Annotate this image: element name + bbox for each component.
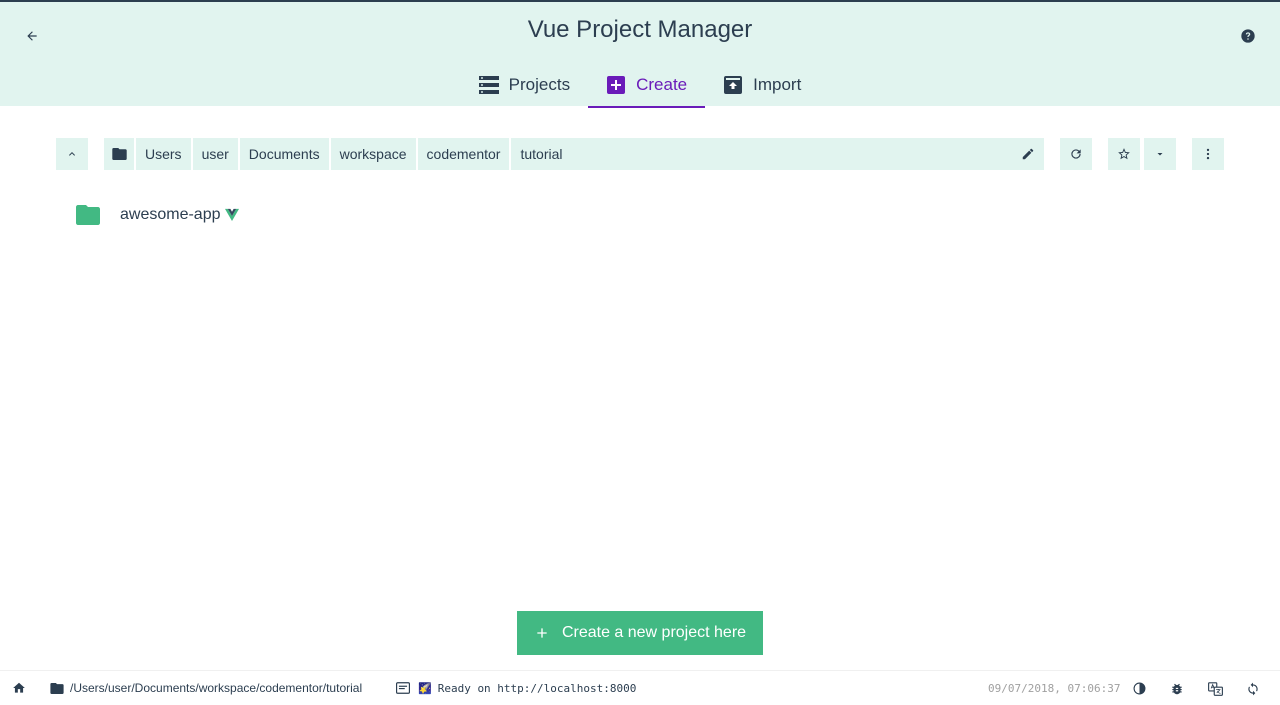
folder-list-item[interactable]: awesome-app [76,200,239,230]
log-timestamp: 09/07/2018, 07:06:37 [988,681,1121,695]
breadcrumb-segment-current[interactable]: tutorial [511,138,571,170]
sync-icon [1248,682,1258,695]
favorite-button[interactable] [1108,138,1140,170]
status-bar-actions [1120,671,1272,705]
home-button[interactable] [8,671,30,705]
chevron-up-icon [69,152,75,156]
translate-icon [1207,681,1223,696]
caret-down-icon [1157,153,1163,156]
breadcrumb-segment[interactable]: codementor [418,138,512,170]
translate-button[interactable] [1196,671,1234,705]
tab-import-label: Import [753,75,802,94]
add-box-icon [606,75,626,95]
last-log-message[interactable]: 🌠 Ready on http://localhost:8000 [396,671,636,705]
current-directory[interactable]: /Users/user/Documents/workspace/codement… [50,671,362,705]
top-header: Vue Project Manager Projects Create Impo… [0,0,1280,108]
more-vert-icon [1206,148,1210,160]
tab-import[interactable]: Import [705,64,819,108]
vue-ui-app: Vue Project Manager Projects Create Impo… [0,0,1280,705]
refresh-app-button[interactable] [1234,671,1272,705]
page-title: Vue Project Manager [527,16,753,43]
console-icon [396,682,410,694]
current-directory-path: /Users/user/Documents/workspace/codement… [70,681,363,695]
refresh-icon [1071,149,1081,159]
breadcrumb-segment[interactable]: Documents [240,138,331,170]
help-icon [1241,29,1255,43]
breadcrumb: Users user Documents workspace codemento… [104,138,1044,170]
dark-mode-button[interactable] [1120,671,1158,705]
favorites-dropdown-button[interactable] [1144,138,1176,170]
vue-logo-icon [224,208,239,222]
folder-icon [111,148,127,160]
edit-path-button[interactable] [1012,138,1044,170]
plus-icon [534,625,550,641]
parent-folder-button[interactable] [56,138,88,170]
refresh-button[interactable] [1060,138,1092,170]
log-text: Ready on http://localhost:8000 [437,681,637,695]
root-folder-button[interactable] [104,138,136,170]
star-outline-icon [1118,148,1130,160]
home-icon [13,682,25,693]
tab-projects[interactable]: Projects [461,64,588,108]
main-tabs: Projects Create Import [0,64,1280,108]
log-emoji: 🌠 [418,681,432,695]
breadcrumb-segment[interactable]: Users [136,138,193,170]
status-bar: /Users/user/Documents/workspace/codement… [0,670,1280,705]
folder-name: awesome-app [120,206,221,223]
folder-icon [76,205,100,225]
list-icon [478,75,499,95]
folder-explorer-toolbar: Users user Documents workspace codemento… [56,138,1224,170]
tab-create-label: Create [636,75,688,94]
contrast-icon [1133,682,1145,695]
folder-icon [50,682,64,694]
create-project-label: Create a new project here [561,624,747,641]
bug-icon [1172,683,1182,694]
pencil-icon [1022,148,1034,160]
breadcrumb-segment[interactable]: workspace [331,138,418,170]
more-options-button[interactable] [1192,138,1224,170]
breadcrumb-spacer [572,138,1013,170]
report-bug-button[interactable] [1158,671,1196,705]
help-button[interactable] [1232,20,1264,52]
tab-projects-label: Projects [508,75,571,94]
tab-create[interactable]: Create [588,64,706,108]
unarchive-icon [723,75,743,95]
breadcrumb-segment[interactable]: user [193,138,240,170]
create-project-button[interactable]: Create a new project here [517,611,763,655]
